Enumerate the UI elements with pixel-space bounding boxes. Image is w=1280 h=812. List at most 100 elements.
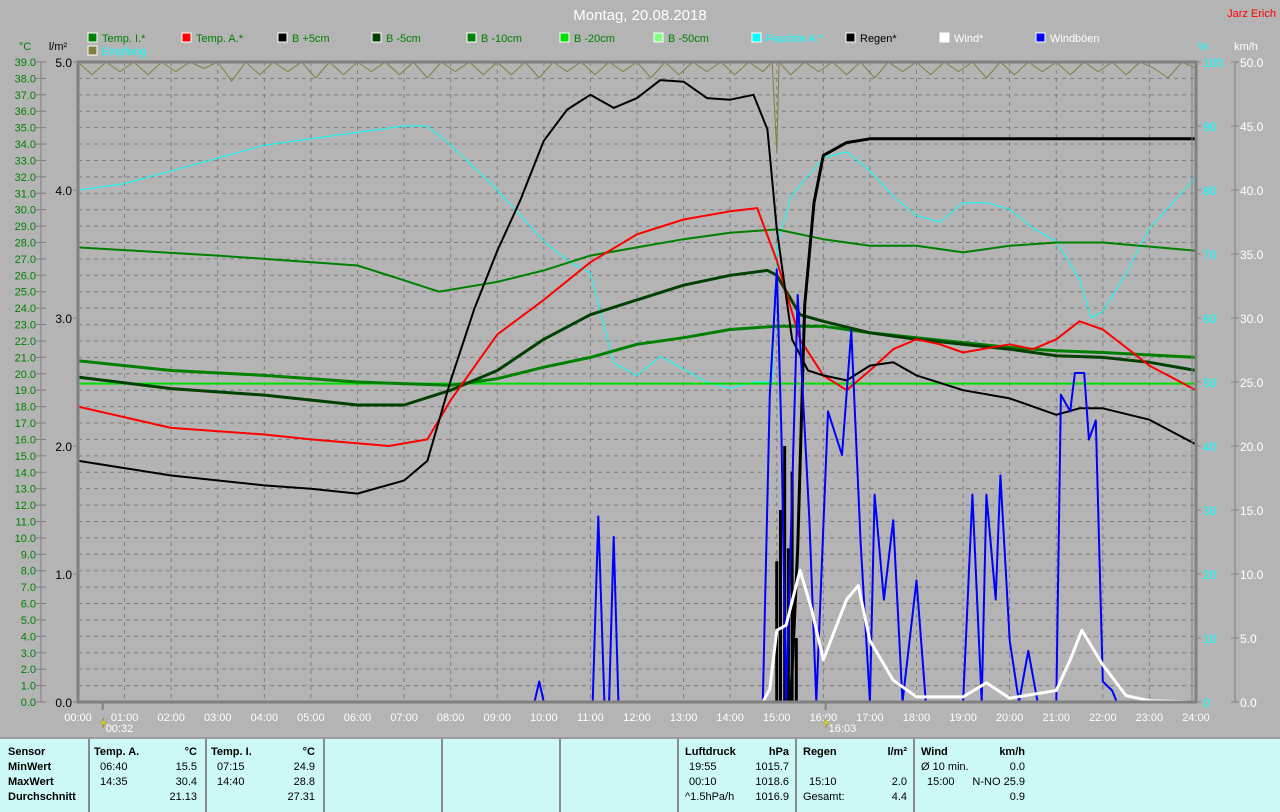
humidity-tick-label: 100 <box>1203 56 1223 70</box>
temp-tick-label: 32.0 <box>15 172 36 184</box>
x-tick-label: 11:00 <box>577 712 604 724</box>
wind-tick-label: 25.0 <box>1240 376 1264 390</box>
x-tick-label: 06:00 <box>344 712 372 724</box>
rain-unit: l/m² <box>887 746 907 758</box>
temp-a-unit: °C <box>184 746 197 758</box>
temp-i-avg: 27.31 <box>287 791 315 803</box>
stats-temp-i: Temp. I. °C 07:15 24.9 14:40 28.8 27.31 <box>205 739 325 812</box>
temp-tick-label: 25.0 <box>15 287 36 299</box>
rain-tick-label: 1.0 <box>55 568 72 582</box>
rain-tick-label: 4.0 <box>55 184 72 198</box>
wind-avg-label: Ø 10 min. <box>921 761 969 773</box>
rain-tick-label: 2.0 <box>55 440 72 454</box>
temp-tick-label: 10.0 <box>15 533 36 545</box>
event-time-label: 00:32 <box>106 723 134 735</box>
rain-header: Regen <box>803 746 837 758</box>
legend-item-b-10cm: B -10cm <box>466 32 522 45</box>
x-tick-label: 24:00 <box>1182 712 1210 724</box>
label-min: MinWert <box>8 761 52 773</box>
legend-item-wind-: Wind* <box>939 32 984 45</box>
legend-item-temp-i-: Temp. I.* <box>87 32 146 45</box>
temp-tick-label: 33.0 <box>15 155 36 167</box>
temp-tick-label: 12.0 <box>15 500 36 512</box>
x-tick-label: 20:00 <box>996 712 1024 724</box>
x-tick-label: 07:00 <box>390 712 418 724</box>
temp-i-max: 28.8 <box>293 776 315 788</box>
label-max: MaxWert <box>8 776 54 788</box>
chart-title: Montag, 20.08.2018 <box>573 7 706 24</box>
wind-tick-label: 20.0 <box>1240 440 1264 454</box>
temp-tick-label: 19.0 <box>15 385 36 397</box>
pressure-min-time: 19:55 <box>689 761 717 773</box>
humidity-tick-label: 90 <box>1203 120 1217 134</box>
x-tick-label: 02:00 <box>157 712 185 724</box>
legend-item-b-5cm: B +5cm <box>277 32 330 45</box>
x-tick-label: 00:00 <box>64 712 92 724</box>
wind-avg: 0.0 <box>1009 761 1025 773</box>
legend-label: Regen* <box>860 33 897 45</box>
x-tick-label: 14:00 <box>716 712 744 724</box>
wind-tick-label: 15.0 <box>1240 504 1264 518</box>
temp-a-header: Temp. A. <box>94 746 140 758</box>
event-time-label: 16:03 <box>829 723 857 735</box>
legend-item-windb-en: Windböen <box>1035 32 1100 45</box>
temp-i-max-time: 14:40 <box>217 776 245 788</box>
legend-item-b-5cm: B -5cm <box>371 32 421 45</box>
legend-swatch <box>181 32 192 43</box>
wind-unit: km/h <box>999 746 1025 758</box>
temp-i-unit: °C <box>302 746 315 758</box>
x-tick-label: 21:00 <box>1042 712 1070 724</box>
x-tick-label: 17:00 <box>856 712 884 724</box>
temp-tick-label: 27.0 <box>15 254 36 266</box>
temp-tick-label: 5.0 <box>21 615 36 627</box>
x-tick-label: 15:00 <box>763 712 791 724</box>
wind-header: Wind <box>921 746 948 758</box>
x-tick-label: 10:00 <box>530 712 558 724</box>
wind-max: N-NO 25.9 <box>972 776 1025 788</box>
temp-a-avg: 21.13 <box>169 791 197 803</box>
legend-swatch <box>751 32 762 43</box>
humidity-axis-unit: % <box>1198 41 1208 53</box>
stats-rain: Regen l/m² 15:10 2.0 Gesamt: 4.4 <box>795 739 915 812</box>
rain-max-time: 15:10 <box>809 776 837 788</box>
wind-tick-label: 45.0 <box>1240 120 1264 134</box>
label-avg: Durchschnitt <box>8 791 76 803</box>
temp-tick-label: 36.0 <box>15 106 36 118</box>
temp-a-min: 15.5 <box>175 761 197 773</box>
humidity-tick-label: 0 <box>1203 696 1210 710</box>
legend-label: B -5cm <box>386 33 421 45</box>
legend-swatch <box>466 32 477 43</box>
x-tick-label: 12:00 <box>623 712 651 724</box>
pressure-header: Luftdruck <box>685 746 736 758</box>
series-line-wind <box>78 568 1197 704</box>
pressure-max-time: 00:10 <box>689 776 717 788</box>
stats-temp-a: Temp. A. °C 06:40 15.5 14:35 30.4 21.13 <box>88 739 207 812</box>
temp-tick-label: 14.0 <box>15 467 36 479</box>
stats-panel: Sensor MinWert MaxWert Durchschnitt Temp… <box>0 737 1280 812</box>
rain-axis-unit: l/m² <box>49 41 68 53</box>
legend-label: Empfang <box>102 46 146 58</box>
humidity-tick-label: 30 <box>1203 504 1217 518</box>
x-tick-label: 08:00 <box>437 712 465 724</box>
rain-total-label: Gesamt: <box>803 791 845 803</box>
wind-tick-label: 30.0 <box>1240 312 1264 326</box>
temp-i-header: Temp. I. <box>211 746 252 758</box>
temp-i-min: 24.9 <box>293 761 315 773</box>
temp-tick-label: 11.0 <box>15 516 36 528</box>
stats-labels: Sensor MinWert MaxWert Durchschnitt <box>0 739 90 812</box>
stats-pressure: Luftdruck hPa 19:55 1015.7 00:10 1018.6 ^1.… <box>677 739 797 812</box>
rain-max: 2.0 <box>891 776 907 788</box>
pressure-min: 1015.7 <box>755 761 789 773</box>
legend-item-b-20cm: B -20cm <box>559 32 615 45</box>
legend-swatch <box>559 32 570 43</box>
temp-tick-label: 30.0 <box>15 205 36 217</box>
weather-chart: Montag, 20.08.2018 Jarz Erich Temp. I.* T… <box>15 7 1276 735</box>
temp-tick-label: 38.0 <box>15 73 36 85</box>
temp-tick-label: 16.0 <box>15 434 36 446</box>
stats-empty-1 <box>323 739 443 812</box>
legend-label: Temp. I.* <box>102 33 146 45</box>
legend-swatch <box>653 32 664 43</box>
legend-item-b-50cm: B -50cm <box>653 32 709 45</box>
temp-tick-label: 13.0 <box>15 484 36 496</box>
legend-item-feuchte-a-: Feuchte A.* <box>751 32 824 45</box>
